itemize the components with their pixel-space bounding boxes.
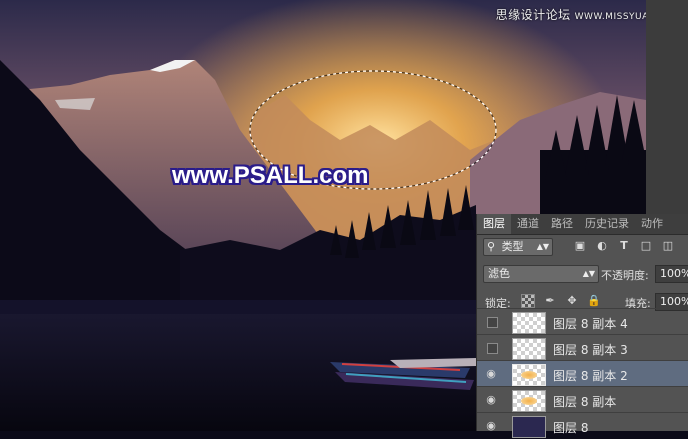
chevron-updown-icon: ▲▼ <box>536 242 549 251</box>
layer-name: 图层 8 <box>553 421 589 435</box>
lock-paint-brush-icon[interactable]: ✒ <box>543 294 557 308</box>
layer-name: 图层 8 副本 2 <box>553 369 628 383</box>
smart-object-filter-icon[interactable]: ◫ <box>661 239 675 253</box>
layer-filter-value: 类型 <box>501 240 524 253</box>
layer-row[interactable]: 图层 8 副本 3 <box>477 334 688 361</box>
adjustment-filter-icon[interactable]: ◐ <box>595 239 609 253</box>
chevron-updown-icon: ▲▼ <box>582 269 595 278</box>
layer-thumbnail <box>512 390 546 412</box>
opacity-field[interactable]: 100% <box>655 265 688 283</box>
layer-thumbnail <box>512 364 546 386</box>
watermark-text: 思缘设计论坛 <box>495 8 571 22</box>
search-icon: ⚲ <box>487 240 496 253</box>
shape-filter-icon[interactable]: □ <box>639 239 653 253</box>
layer-name: 图层 8 副本 4 <box>553 317 628 331</box>
layers-list: 图层 8 副本 4 图层 8 副本 3 ◉ 图层 8 副本 2 ◉ 图层 8 副… <box>477 308 688 438</box>
blend-mode-value: 滤色 <box>488 267 510 280</box>
visibility-toggle-off[interactable] <box>487 317 498 328</box>
tab-channels[interactable]: 通道 <box>511 214 545 234</box>
lock-transparent-icon[interactable] <box>521 294 535 308</box>
layer-row[interactable]: 图层 8 副本 4 <box>477 308 688 335</box>
tab-layers[interactable]: 图层 <box>477 214 511 234</box>
eye-icon[interactable]: ◉ <box>485 420 497 432</box>
layer-thumbnail <box>512 416 546 438</box>
type-filter-icon[interactable]: T <box>617 239 631 253</box>
layer-name: 图层 8 副本 3 <box>553 343 628 357</box>
eye-icon[interactable]: ◉ <box>485 368 497 380</box>
layer-row-selected[interactable]: ◉ 图层 8 副本 2 <box>477 360 688 387</box>
image-overlay-text: www.PSALL.com <box>172 162 369 189</box>
layer-name: 图层 8 副本 <box>553 395 617 409</box>
tab-history[interactable]: 历史记录 <box>579 214 635 234</box>
tab-actions[interactable]: 动作 <box>635 214 669 234</box>
panel-dock-empty <box>646 0 688 214</box>
visibility-toggle-off[interactable] <box>487 343 498 354</box>
panel-tabs: 图层 通道 路径 历史记录 动作 <box>477 214 688 235</box>
layer-thumbnail <box>512 312 546 334</box>
layer-thumbnail <box>512 338 546 360</box>
eye-icon[interactable]: ◉ <box>485 394 497 406</box>
layers-panel: 图层 通道 路径 历史记录 动作 ⚲ 类型 ▲▼ ▣ ◐ T □ ◫ 滤色 ▲▼… <box>476 214 688 438</box>
layer-row[interactable]: ◉ 图层 8 <box>477 412 688 439</box>
lock-move-icon[interactable]: ✥ <box>565 294 579 308</box>
opacity-label: 不透明度: <box>601 269 649 282</box>
layer-row[interactable]: ◉ 图层 8 副本 <box>477 386 688 413</box>
lock-all-icon[interactable]: 🔒 <box>587 294 601 308</box>
tab-paths[interactable]: 路径 <box>545 214 579 234</box>
image-filter-icon[interactable]: ▣ <box>573 239 587 253</box>
blend-mode-select[interactable]: 滤色 ▲▼ <box>483 265 599 283</box>
layer-filter-select[interactable]: ⚲ 类型 ▲▼ <box>483 238 553 256</box>
